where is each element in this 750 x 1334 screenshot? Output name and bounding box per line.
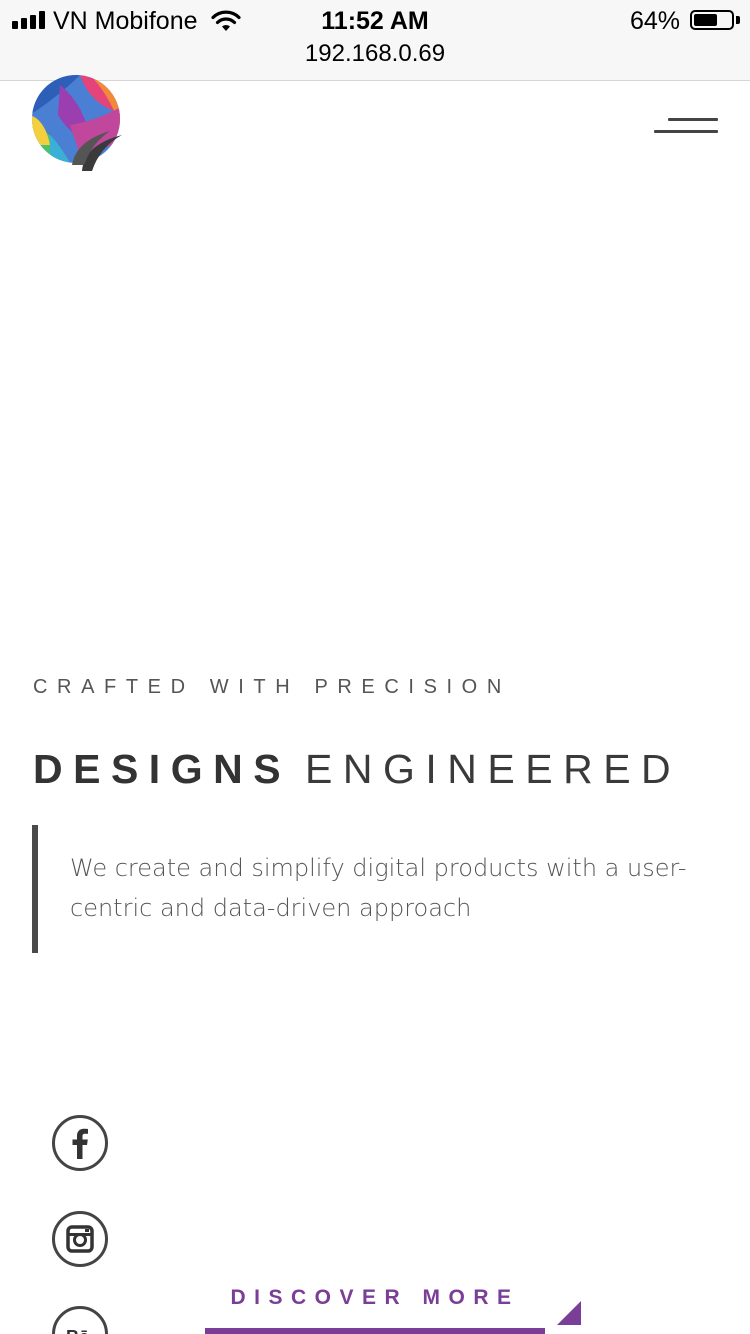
battery-cap (736, 16, 740, 24)
status-bar: VN Mobifone 11:52 AM 64% 192.168.0.69 (0, 0, 750, 81)
behance-icon[interactable]: Bē (52, 1306, 108, 1334)
hero-headline: DESIGNS ENGINEERED (33, 745, 681, 793)
discover-more-label: DISCOVER MORE (230, 1286, 520, 1309)
battery-icon (690, 10, 734, 30)
headline-light: ENGINEERED (305, 746, 682, 792)
battery-fill (694, 14, 718, 26)
brand-logo[interactable] (30, 75, 124, 173)
page: VN Mobifone 11:52 AM 64% 192.168.0.69 CR… (0, 0, 750, 1334)
discover-more-underline (205, 1328, 545, 1334)
hamburger-menu-icon[interactable] (650, 112, 720, 142)
corner-triangle-icon (557, 1301, 581, 1325)
svg-text:Bē: Bē (66, 1327, 89, 1334)
hero-description: We create and simplify digital products … (70, 854, 687, 922)
hero-eyebrow: CRAFTED WITH PRECISION (33, 676, 511, 698)
facebook-icon[interactable] (52, 1115, 108, 1171)
battery-percent: 64% (629, 7, 680, 35)
headline-bold: DESIGNS (33, 746, 292, 792)
quote-bar (32, 825, 38, 953)
instagram-icon[interactable] (52, 1211, 108, 1267)
address-url[interactable]: 192.168.0.69 (0, 40, 750, 68)
discover-more-button[interactable]: DISCOVER MORE (205, 1286, 545, 1334)
